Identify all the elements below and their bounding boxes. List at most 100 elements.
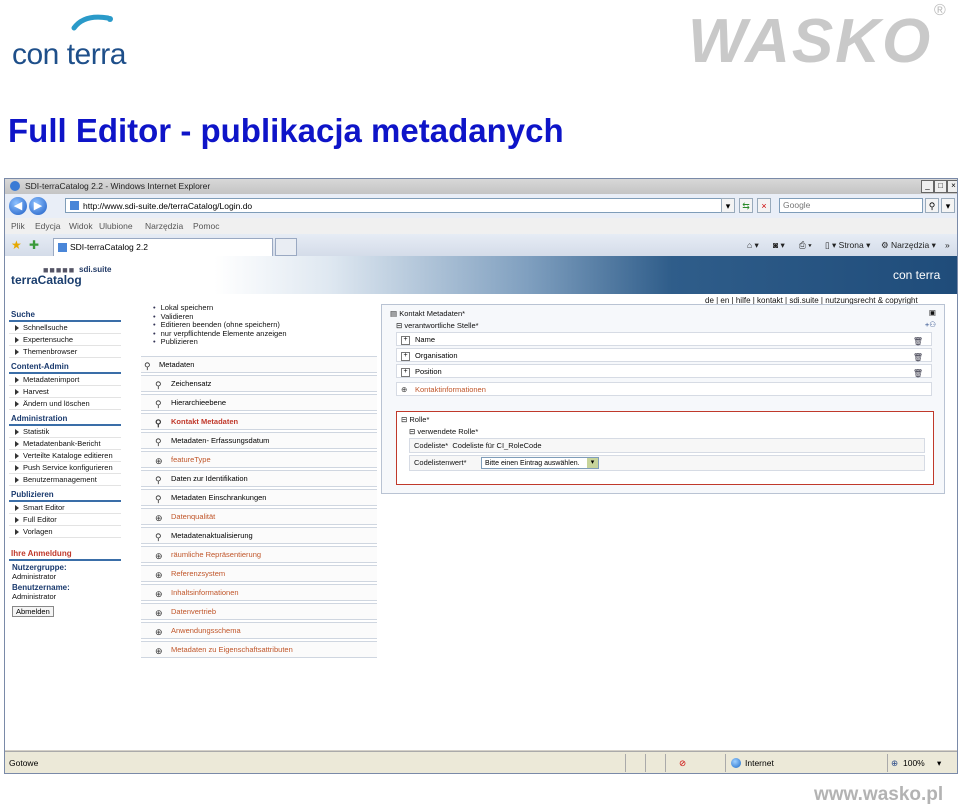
menu-bar: Plik Edycja Widok Ulubione Narzędzia Pom… (5, 218, 957, 234)
tab-sdi-terracatalog[interactable]: SDI-terraCatalog 2.2 (53, 238, 273, 256)
close-window-button[interactable]: × (947, 180, 957, 193)
nav-item-harvest[interactable]: Harvest (9, 386, 121, 398)
collapse-icon[interactable]: ⊟ (396, 321, 402, 330)
search-input[interactable]: Google (779, 198, 923, 213)
nav-item-metadatenimport[interactable]: Metadatenimport (9, 374, 121, 386)
page-menu[interactable]: ▯ ▾ Strona ▾ (825, 240, 870, 251)
menu-tools[interactable]: Narzędzia (145, 221, 183, 231)
metadata-section-item[interactable]: ⚲ Metadaten (141, 356, 377, 373)
trash-icon[interactable]: 🗑 (913, 335, 923, 349)
nav-item-aendern-loeschen[interactable]: Ändern und löschen (9, 398, 121, 410)
favorites-star-icon[interactable]: ★ (11, 238, 22, 252)
stop-icon[interactable]: × (757, 198, 771, 213)
nav-item-verteilte-kataloge[interactable]: Verteilte Kataloge editieren (9, 450, 121, 462)
row-contact-info[interactable]: ⊕ Kontaktinformationen (396, 382, 932, 396)
nav-item-push-service[interactable]: Push Service konfigurieren (9, 462, 121, 474)
conterra-logo-text: con terra (12, 38, 126, 71)
protected-mode-icon[interactable]: ⊘ (679, 758, 686, 769)
feeds-icon[interactable]: ◙ ▾ (773, 240, 785, 251)
expand-icon[interactable]: + (401, 368, 410, 377)
nav-item-expertensuche[interactable]: Expertensuche (9, 334, 121, 346)
refresh-icon[interactable]: ⇆ (739, 198, 753, 213)
metadata-section-item[interactable]: ⊕ Datenvertrieb (141, 603, 377, 620)
back-button[interactable]: ◀ (9, 197, 27, 215)
nav-item-full-editor[interactable]: Full Editor (9, 514, 121, 526)
metadata-section-item[interactable]: ⚲ Daten zur Identifikation (141, 470, 377, 487)
metadata-section-item[interactable]: ⊕ Inhaltsinformationen (141, 584, 377, 601)
print-icon[interactable]: ⎙ ▾ (799, 240, 812, 251)
zoom-icon[interactable]: ⊕ (891, 758, 898, 769)
tools-menu[interactable]: ⚙ Narzędzia ▾ (881, 240, 936, 251)
logout-button[interactable]: Abmelden (12, 606, 54, 617)
conterra-banner-logo: con terra (893, 268, 941, 282)
metadata-section-item[interactable]: ⊕ Referenzsystem (141, 565, 377, 582)
metadata-section-item[interactable]: ⊕ featureType (141, 451, 377, 468)
metadata-section-item[interactable]: ⚲ Hierarchieebene (141, 394, 377, 411)
add-favorite-icon[interactable]: ✚ (29, 238, 39, 252)
search-options-button[interactable]: ▾ (941, 198, 955, 213)
metadata-section-item[interactable]: ⚲ Metadaten- Erfassungsdatum (141, 432, 377, 449)
nav-item-vorlagen[interactable]: Vorlagen (9, 526, 121, 538)
role-select[interactable]: Bitte einen Eintrag auswählen. ▾ (481, 457, 599, 469)
search-icon[interactable]: ⚲ (925, 198, 939, 213)
nav-item-metadatenbank-bericht[interactable]: Metadatenbank-Bericht (9, 438, 121, 450)
url-dropdown-button[interactable]: ▾ (721, 198, 735, 213)
trash-icon[interactable]: 🗑 (913, 351, 923, 365)
status-divider (887, 754, 888, 772)
row-position[interactable]: + Position 🗑 (396, 364, 932, 378)
add-person-icon[interactable]: +⚇ (925, 320, 936, 329)
zoom-dropdown-icon[interactable]: ▾ (937, 758, 941, 769)
magnifier-icon: ⚲ (155, 437, 162, 447)
nav-item-smart-editor[interactable]: Smart Editor (9, 502, 121, 514)
metadata-section-item[interactable]: ⊕ räumliche Repräsentierung (141, 546, 377, 563)
row-name[interactable]: + Name 🗑 (396, 332, 932, 346)
nav-section-publizieren: Publizieren (9, 489, 121, 502)
metadata-section-item[interactable]: ⊕ Datenqualität (141, 508, 377, 525)
menu-edit[interactable]: Edycja (35, 221, 61, 231)
metadata-section-item[interactable]: ⚲ Metadatenaktualisierung (141, 527, 377, 544)
collapse-icon[interactable]: ⊟ (401, 415, 407, 424)
collapse-icon[interactable]: ⊟ (409, 427, 415, 436)
expand-icon[interactable]: + (401, 352, 410, 361)
menu-help[interactable]: Pomoc (193, 221, 219, 231)
metadata-section-item[interactable]: ⚲ Kontakt Metadaten (141, 413, 377, 430)
add-element-icon: ⊕ (155, 456, 163, 466)
metadata-section-label: räumliche Repräsentierung (171, 550, 262, 559)
add-element-icon: ⊕ (155, 570, 163, 580)
new-tab-button[interactable] (275, 238, 297, 256)
user-group-value: Administrator (12, 572, 57, 581)
role-header: ⊟ Rolle* (401, 415, 430, 424)
nav-item-benutzermanagement[interactable]: Benutzermanagement (9, 474, 121, 486)
sdi-suite-label: sdi.suite (79, 265, 112, 274)
nav-item-statistik[interactable]: Statistik (9, 426, 121, 438)
metadata-section-item[interactable]: ⚲ Zeichensatz (141, 375, 377, 392)
zoom-level[interactable]: 100% (903, 758, 925, 768)
action-publish[interactable]: • Publizieren (153, 337, 287, 347)
export-icon[interactable]: ▣ (929, 308, 936, 317)
home-icon[interactable]: ⌂ ▾ (747, 240, 759, 251)
nav-item-schnellsuche[interactable]: Schnellsuche (9, 322, 121, 334)
url-input[interactable]: http://www.sdi-suite.de/terraCatalog/Log… (65, 198, 733, 213)
chevron-down-icon[interactable]: ▾ (587, 458, 598, 468)
menu-view[interactable]: Widok (69, 221, 93, 231)
chevron-more-icon[interactable]: » (945, 240, 950, 250)
maximize-button[interactable]: □ (934, 180, 947, 193)
metadata-section-label: Metadaten Einschrankungen (171, 493, 267, 502)
expand-icon[interactable]: + (401, 336, 410, 345)
add-icon[interactable]: ⊕ (401, 383, 407, 397)
edit-icon[interactable]: ▤ (390, 309, 397, 318)
metadata-sections-list: ⚲ Metadaten ⚲ Zeichensatz ⚲ Hierarchieebene ⚲ K… (141, 356, 377, 660)
minimize-button[interactable]: _ (921, 180, 934, 193)
tab-page-icon (58, 243, 67, 252)
forward-button[interactable]: ▶ (29, 197, 47, 215)
menu-file[interactable]: Plik (11, 221, 25, 231)
metadata-section-label: Datenqualität (171, 512, 216, 521)
nav-item-themenbrowser[interactable]: Themenbrowser (9, 346, 121, 358)
menu-favorites[interactable]: Ulubione (99, 221, 133, 231)
metadata-section-item[interactable]: ⊕ Anwendungsschema (141, 622, 377, 639)
row-organisation[interactable]: + Organisation 🗑 (396, 348, 932, 362)
trash-icon[interactable]: 🗑 (913, 367, 923, 381)
add-element-icon: ⊕ (155, 608, 163, 618)
metadata-section-item[interactable]: ⊕ Metadaten zu Eigenschaftsattributen (141, 641, 377, 658)
metadata-section-item[interactable]: ⚲ Metadaten Einschrankungen (141, 489, 377, 506)
